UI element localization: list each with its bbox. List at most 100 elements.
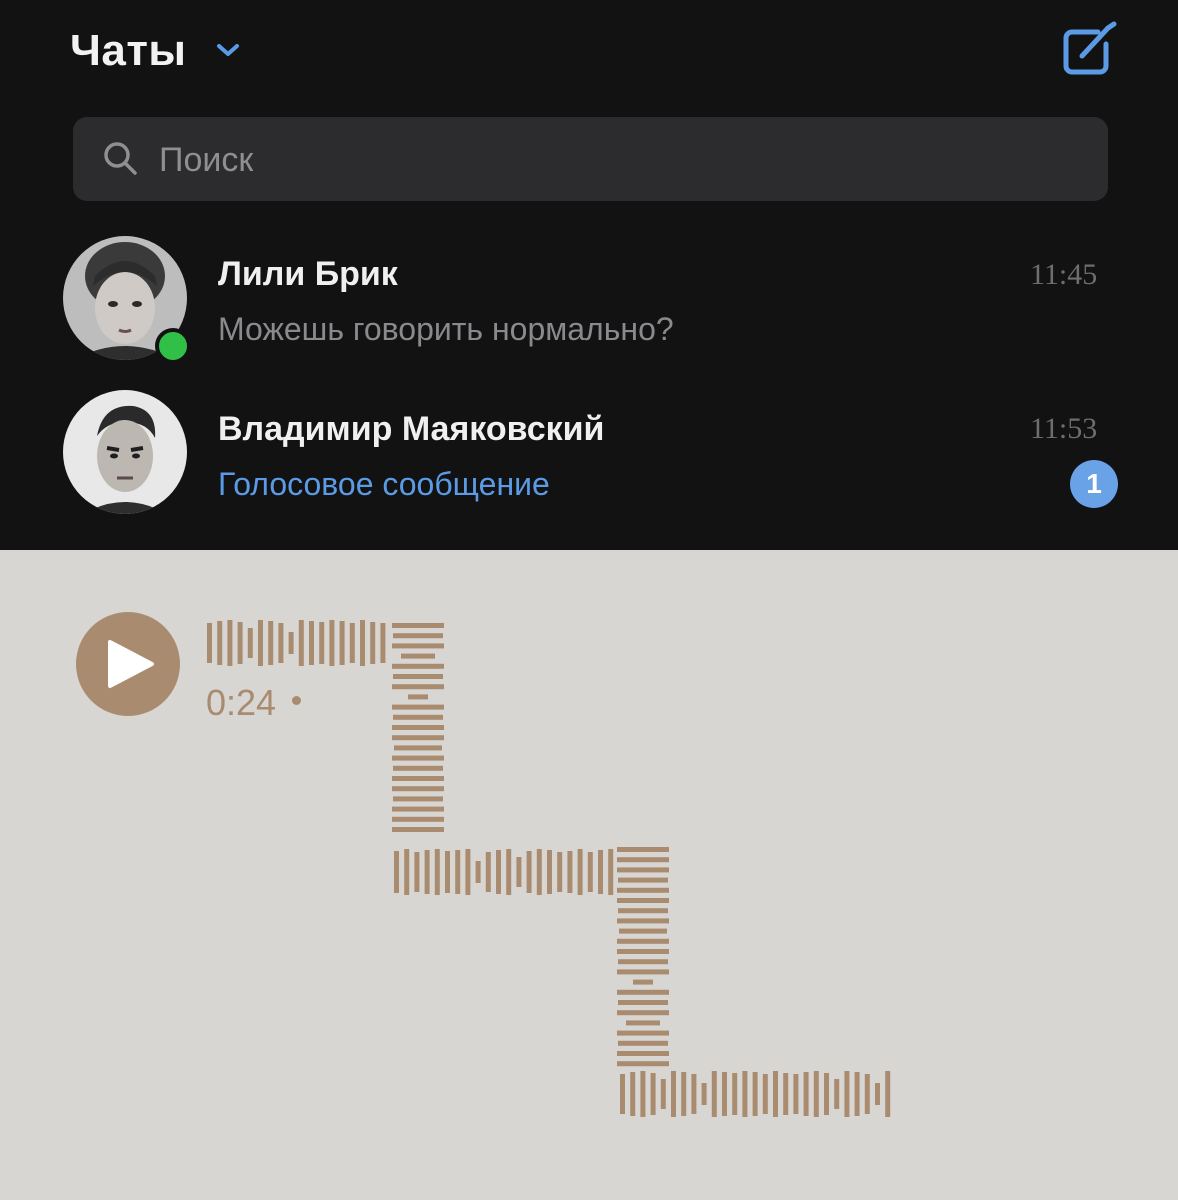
waveform-bar-vertical [392,663,444,669]
chat-time: 11:53 [1030,412,1098,445]
waveform-bar-vertical [617,867,669,873]
waveform-bar [329,620,335,666]
waveform-bar [813,1071,819,1117]
waveform-bar-vertical [633,979,653,985]
avatar [63,390,187,514]
waveform-bar [620,1074,625,1114]
waveform-bar-vertical [617,949,669,954]
waveform-bar [207,623,212,663]
waveform-bar [742,1071,748,1117]
waveform-bar-vertical [617,898,669,903]
waveform-bar-vertical [392,776,444,781]
waveform-bar [762,1074,768,1114]
waveform-bar [360,620,365,666]
waveform-bar [349,623,355,663]
waveform-bar [268,621,274,665]
waveform-bar-vertical [617,857,669,863]
waveform-bar [701,1083,707,1105]
search-bar[interactable] [73,117,1108,201]
waveform-bar-vertical [392,684,444,690]
waveform-bar [773,1071,778,1117]
waveform-bar [557,852,563,892]
chat-preview: Можешь говорить нормально? [218,311,674,347]
waveform-bar [875,1083,880,1105]
waveform-bar [681,1072,687,1116]
waveform-bar-vertical [392,643,444,649]
waveform-bar-vertical [618,959,668,965]
waveform-bar-vertical [617,1061,669,1067]
play-icon [108,640,154,688]
waveform-bar-vertical [392,786,444,792]
waveform-bar [434,849,440,895]
waveform-bar [380,623,386,663]
waveform-bar [278,623,284,663]
search-input[interactable] [157,135,1061,185]
waveform-bar [691,1074,697,1114]
waveform-bar [732,1073,738,1115]
waveform-bar-vertical [617,938,669,944]
waveform-bar [227,620,233,666]
waveform-bar [258,620,263,666]
waveform-bar [834,1079,840,1109]
waveform-bar [885,1071,891,1117]
waveform-bar-vertical [392,816,444,822]
waveform-bar [567,851,573,893]
waveform-bar [711,1071,717,1117]
waveform-bar-vertical [619,928,667,934]
waveform-bar-vertical [393,633,443,639]
waveform-bar [339,621,345,665]
online-indicator [155,328,191,364]
waveform-bar [445,851,450,893]
waveform-bar-vertical [393,714,443,720]
waveform-bar-vertical [392,623,444,628]
waveform-bar [485,852,491,892]
waveform-bar [370,622,376,664]
chat-name: Владимир Маяковский [218,410,605,448]
waveform-bar [496,850,501,894]
waveform-bar [640,1071,646,1117]
waveform-bar [752,1072,758,1116]
search-icon [104,142,137,175]
chat-name: Лили Брик [218,255,398,293]
waveform-bar [630,1072,636,1116]
voice-duration: 0:24 [206,682,277,723]
waveform-bar-vertical [617,969,669,975]
voice-message-panel: 0:24 [0,550,1178,1200]
waveform-bar-vertical [392,735,444,741]
waveform-bar-vertical [392,725,444,730]
waveform-bar-vertical [618,877,668,883]
unread-badge: 1 [1070,460,1118,508]
chat-preview: Голосовое сообщение [218,466,550,502]
waveform-bar [298,620,304,666]
waveform-bar [506,849,512,895]
waveform-bar [455,850,461,894]
waveform-bar [844,1071,850,1117]
waveform-bar [309,621,314,665]
waveform-bar [824,1073,829,1115]
waveform-bar [660,1079,666,1109]
waveform-bar [722,1072,727,1116]
waveform-bar [547,850,552,894]
waveform-bar-vertical [617,1030,669,1036]
waveform-bar [247,628,253,658]
waveform-bar-vertical [617,989,669,995]
waveform-bar-vertical [394,745,442,751]
chevron-down-icon[interactable] [215,40,241,60]
waveform-bar [536,849,542,895]
waveform-bar [237,622,243,664]
waveform-bar-vertical [626,1020,660,1026]
waveform-bar-vertical [617,1051,669,1056]
waveform-bar-vertical [617,918,669,924]
waveform-bar [424,850,430,894]
play-button[interactable] [76,612,180,716]
waveform-bar-vertical [618,1000,668,1005]
waveform-bar-vertical [393,796,443,802]
waveform-bar [288,632,294,654]
compose-icon[interactable] [1058,20,1120,78]
waveform-bar [414,852,420,892]
waveform-bar [650,1073,656,1115]
waveform-bar [793,1074,799,1114]
waveform-bar [598,850,603,894]
waveform-bar-vertical [618,908,668,914]
waveform-bar-vertical [401,653,435,659]
